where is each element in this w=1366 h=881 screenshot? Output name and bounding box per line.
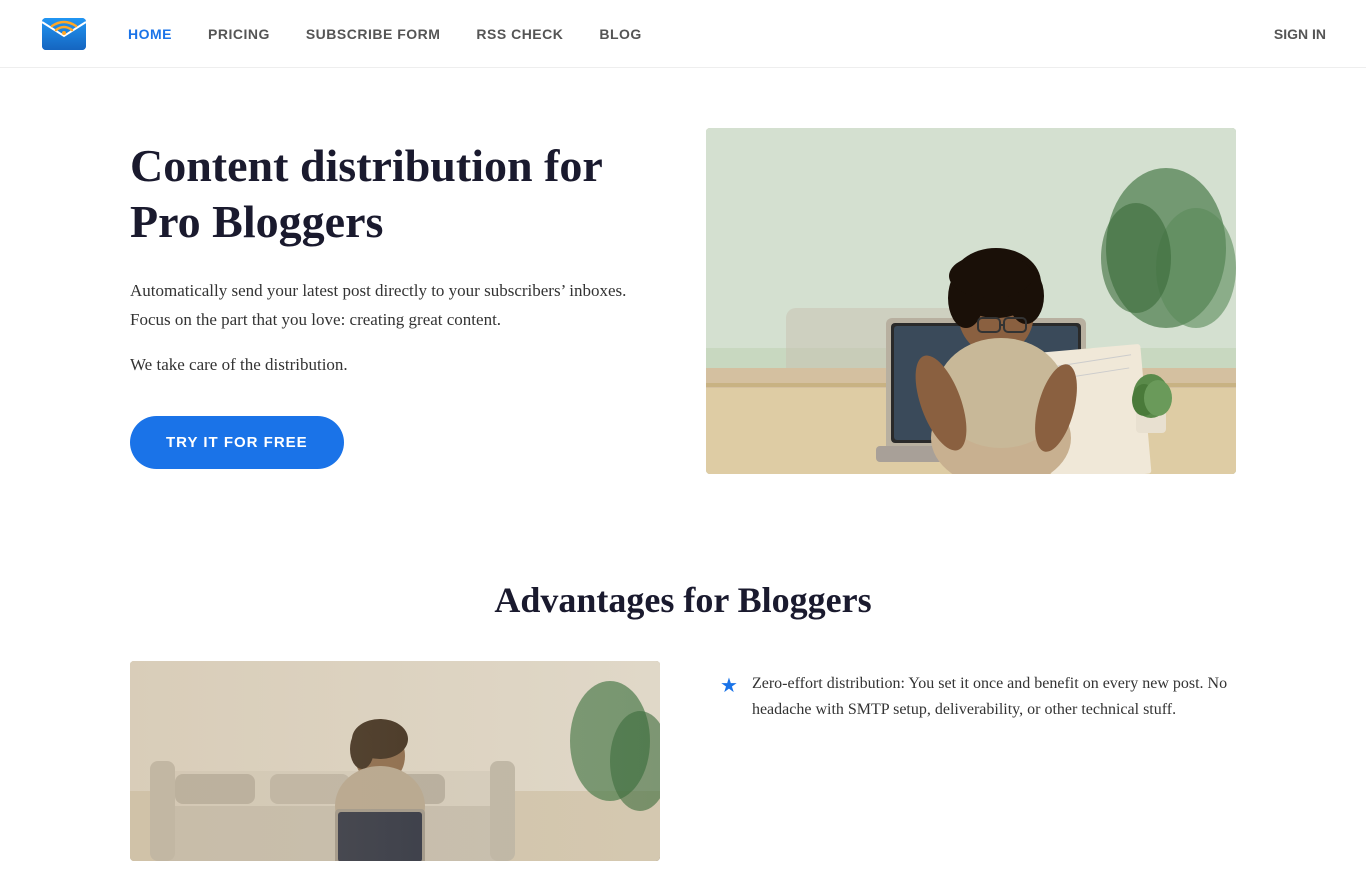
logo-icon bbox=[40, 10, 88, 58]
hero-image-container bbox=[706, 128, 1236, 479]
hero-tagline: We take care of the distribution. bbox=[130, 351, 646, 380]
nav-links: HOME PRICING SUBSCRIBE FORM RSS CHECK BL… bbox=[128, 26, 1274, 42]
advantages-section: Advantages for Bloggers bbox=[0, 539, 1366, 881]
try-free-button[interactable]: TRY IT FOR FREE bbox=[130, 416, 344, 469]
signin-link[interactable]: SIGN IN bbox=[1274, 26, 1326, 42]
star-icon-1: ★ bbox=[720, 673, 738, 698]
advantage-text-1: Zero-effort distribution: You set it onc… bbox=[752, 671, 1236, 724]
advantages-list: ★ Zero-effort distribution: You set it o… bbox=[720, 661, 1236, 740]
navbar: HOME PRICING SUBSCRIBE FORM RSS CHECK BL… bbox=[0, 0, 1366, 68]
hero-section: Content distribution for Pro Bloggers Au… bbox=[0, 68, 1366, 539]
advantages-title: Advantages for Bloggers bbox=[130, 579, 1236, 621]
logo[interactable] bbox=[40, 10, 88, 58]
hero-title: Content distribution for Pro Bloggers bbox=[130, 138, 646, 248]
advantage-item-1: ★ Zero-effort distribution: You set it o… bbox=[720, 671, 1236, 724]
advantages-content: ★ Zero-effort distribution: You set it o… bbox=[130, 661, 1236, 861]
hero-content: Content distribution for Pro Bloggers Au… bbox=[130, 138, 646, 468]
advantages-image bbox=[130, 661, 660, 861]
hero-image bbox=[706, 128, 1236, 474]
hero-subtitle: Automatically send your latest post dire… bbox=[130, 277, 646, 335]
nav-home[interactable]: HOME bbox=[128, 26, 172, 42]
nav-blog[interactable]: BLOG bbox=[599, 26, 641, 42]
nav-subscribe-form[interactable]: SUBSCRIBE FORM bbox=[306, 26, 441, 42]
nav-rss-check[interactable]: RSS CHECK bbox=[476, 26, 563, 42]
nav-pricing[interactable]: PRICING bbox=[208, 26, 270, 42]
